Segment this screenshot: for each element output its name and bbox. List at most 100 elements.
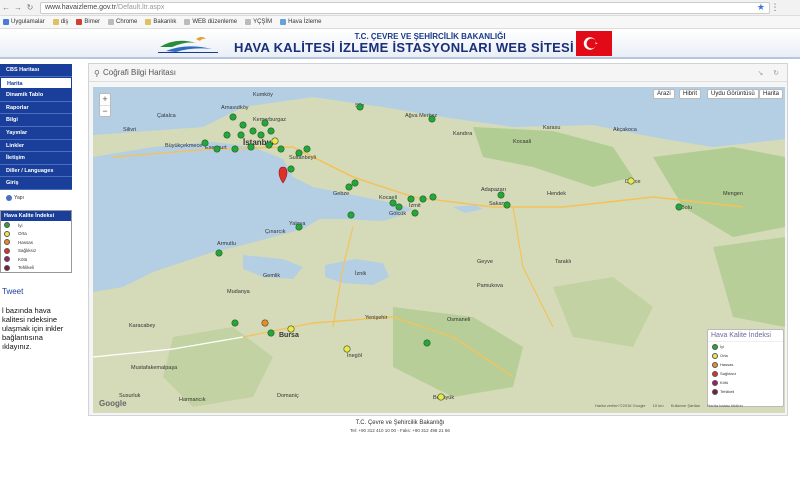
forward-icon[interactable]: →	[12, 3, 24, 12]
station-marker-good[interactable]	[675, 203, 683, 211]
station-marker-good[interactable]	[428, 115, 436, 123]
station-marker-good[interactable]	[247, 143, 255, 151]
station-marker-good[interactable]	[201, 139, 209, 147]
url-input[interactable]: www.havaizleme.gov.tr/Default.ltr.aspx ★	[40, 1, 770, 14]
report-error-link[interactable]: Harita hatası bildirin	[707, 403, 742, 408]
legend-label: Sağlıksız	[18, 248, 37, 254]
map-type-harita[interactable]: Harita	[759, 89, 784, 99]
page-icon	[245, 19, 252, 25]
station-marker-good[interactable]	[419, 195, 427, 203]
bookmark-apps[interactable]: Uygulamalar	[3, 19, 45, 25]
station-marker-good[interactable]	[295, 223, 303, 231]
menu-bilgi[interactable]: Bilgi	[0, 114, 72, 127]
aqi-legend: Hava Kalite İndeksi İyi Orta Hassas Sağl…	[0, 209, 72, 273]
station-marker-moderate[interactable]	[271, 137, 279, 145]
map-type-hibrit[interactable]: Hibrit	[679, 89, 702, 99]
station-marker-good[interactable]	[257, 131, 265, 139]
bookmark-ycsim[interactable]: YÇŞİM	[245, 19, 272, 25]
menu-linkler[interactable]: Linkler	[0, 139, 72, 153]
station-marker-good[interactable]	[231, 145, 239, 153]
station-marker-good[interactable]	[239, 121, 247, 129]
station-marker-moderate[interactable]	[437, 393, 445, 401]
menu-iletisim[interactable]: İletişim	[0, 152, 72, 165]
bookmark-bakanlik[interactable]: Bakanlık	[145, 19, 176, 25]
station-marker-good[interactable]	[231, 319, 239, 327]
sidebar: CBS Haritası Harita Dinamik Tablo Raporl…	[0, 64, 72, 351]
station-marker-good[interactable]	[303, 145, 311, 153]
station-marker-good[interactable]	[351, 179, 359, 187]
folder-icon	[52, 19, 59, 25]
station-marker-good[interactable]	[497, 191, 505, 199]
bookmark-chrome[interactable]: Chrome	[108, 19, 137, 25]
map-label: Silivri	[123, 127, 136, 133]
bookmark-hava-izleme[interactable]: Hava İzleme	[280, 19, 321, 25]
station-marker-good[interactable]	[223, 131, 231, 139]
yapi-link[interactable]: Yapı	[0, 192, 72, 204]
station-marker-good[interactable]	[215, 249, 223, 257]
bookmark-star-icon[interactable]: ★	[757, 2, 765, 13]
station-marker-good[interactable]	[265, 141, 273, 149]
menu-cbs-haritasi[interactable]: CBS Haritası	[0, 64, 72, 77]
map-label: Domaniç	[277, 393, 299, 399]
map-label: Armutlu	[217, 241, 236, 247]
zoom-out-button[interactable]: −	[100, 105, 110, 116]
panel-tools-icon[interactable]: ↘ ↻	[757, 69, 783, 77]
ministry-logo[interactable]	[156, 33, 220, 57]
station-marker-good[interactable]	[237, 131, 245, 139]
red-dot-icon	[4, 247, 10, 254]
station-marker-good[interactable]	[345, 183, 353, 191]
green-dot-icon	[4, 222, 10, 229]
legend-label: Hassas	[720, 362, 734, 367]
page-icon	[184, 19, 191, 25]
station-marker-moderate[interactable]	[627, 177, 635, 185]
map-label: Karasu	[543, 125, 560, 131]
station-marker-sensitive[interactable]	[261, 319, 269, 327]
reload-icon[interactable]: ↻	[24, 3, 36, 12]
menu-dinamik-tablo[interactable]: Dinamik Tablo	[0, 89, 72, 102]
station-marker-good[interactable]	[295, 149, 303, 157]
back-icon[interactable]: ←	[0, 3, 12, 12]
map-label: Gebze	[333, 191, 349, 197]
station-marker-good[interactable]	[249, 127, 257, 135]
bookmark-dis[interactable]: diş	[52, 19, 68, 25]
station-marker-good[interactable]	[429, 193, 437, 201]
maroon-dot-icon	[4, 264, 10, 271]
station-marker-good[interactable]	[277, 145, 285, 153]
station-marker-good[interactable]	[229, 113, 237, 121]
station-marker-good[interactable]	[411, 209, 419, 217]
menu-giris[interactable]: Giriş	[0, 177, 72, 190]
station-marker-good[interactable]	[347, 211, 355, 219]
station-marker-good[interactable]	[267, 127, 275, 135]
map-label: Mudanya	[227, 289, 251, 295]
menu-yayinlar[interactable]: Yayınlar	[0, 126, 72, 140]
map-label: İznik	[355, 270, 367, 277]
terms-link[interactable]: Kullanım Şartları	[671, 403, 701, 408]
map-label: Mustafakemalpaşa	[131, 365, 178, 371]
station-marker-good[interactable]	[407, 195, 415, 203]
station-marker-good[interactable]	[395, 203, 403, 211]
browser-menu-icon[interactable]: ⋮	[770, 2, 780, 13]
menu-harita[interactable]: Harita	[0, 76, 72, 90]
station-marker-good[interactable]	[261, 119, 269, 127]
map-legend-row: İyi	[708, 342, 783, 351]
station-marker-good[interactable]	[267, 329, 275, 337]
station-marker-good[interactable]	[389, 199, 397, 207]
bookmark-bimer[interactable]: Bimer	[76, 19, 100, 25]
station-marker-moderate[interactable]	[343, 345, 351, 353]
station-marker-good[interactable]	[213, 145, 221, 153]
bookmark-label: Chrome	[116, 19, 138, 25]
station-marker-good[interactable]	[356, 103, 364, 111]
map-type-arazi[interactable]: Arazi	[653, 89, 675, 99]
bookmark-web-duzenleme[interactable]: WEB düzenleme	[184, 19, 237, 25]
map-label: Osmaneli	[447, 317, 470, 323]
bimer-icon	[76, 19, 83, 25]
station-marker-good[interactable]	[423, 339, 431, 347]
station-marker-moderate[interactable]	[287, 325, 295, 333]
station-marker-good[interactable]	[287, 165, 295, 173]
menu-diller[interactable]: Diller / Languages	[0, 164, 72, 178]
zoom-in-button[interactable]: +	[100, 94, 110, 105]
map-type-uydu[interactable]: Uydu Görüntüsü	[707, 89, 759, 99]
station-marker-good[interactable]	[503, 201, 511, 209]
map-canvas[interactable]: Kumköy Arnavutköy Çatalca Kemerburgaz Si…	[93, 87, 785, 413]
menu-raporlar[interactable]: Raporlar	[0, 101, 72, 115]
